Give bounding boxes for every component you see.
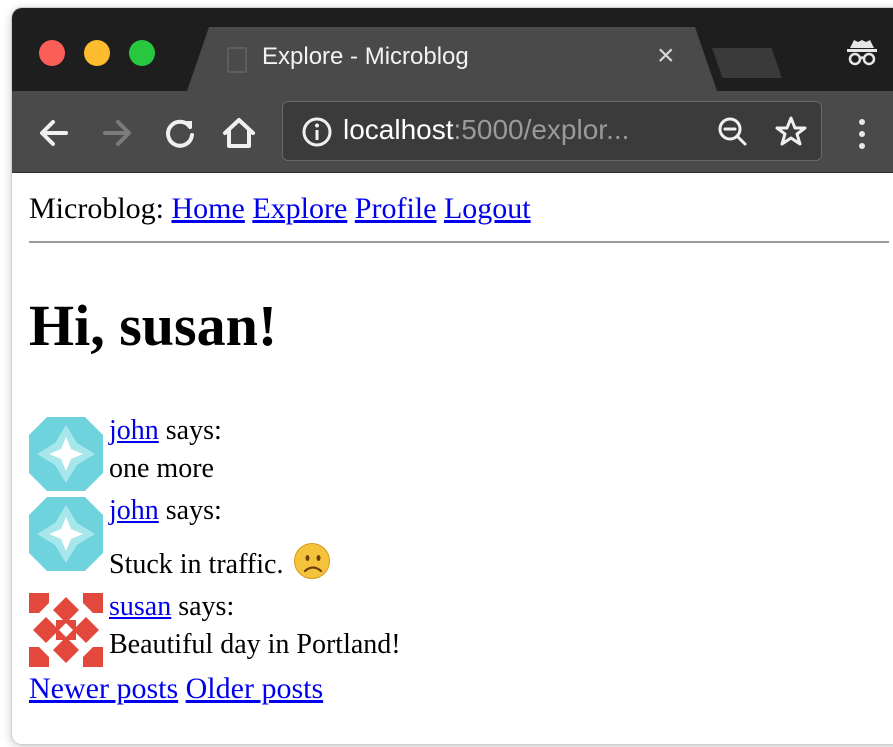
newer-posts-link[interactable]: Newer posts <box>29 672 178 705</box>
top-navigation: Microblog: Home Explore Profile Logout <box>29 192 531 226</box>
post-header: susan says: <box>109 591 234 623</box>
back-arrow-icon[interactable] <box>34 113 74 153</box>
post-header: john says: <box>109 495 222 527</box>
tab-close-icon[interactable]: × <box>657 39 675 73</box>
zoom-out-icon[interactable] <box>713 112 753 152</box>
minimize-window-button[interactable] <box>84 40 110 66</box>
star-icon[interactable] <box>771 112 811 152</box>
browser-window: Explore - Microblog × localhost:5000/exp… <box>12 8 893 744</box>
home-icon[interactable] <box>219 113 259 153</box>
nav-prefix: Microblog: <box>29 192 164 225</box>
nav-link-explore[interactable]: Explore <box>252 192 347 225</box>
kebab-menu-icon[interactable] <box>850 115 874 155</box>
browser-tab[interactable]: Explore - Microblog × <box>187 27 717 91</box>
page-icon <box>227 47 247 73</box>
avatar-identicon-red[interactable] <box>29 593 103 667</box>
post-author-link[interactable]: john <box>109 415 159 446</box>
avatar-identicon-teal[interactable] <box>29 497 103 571</box>
browser-toolbar: localhost:5000/explor... <box>12 91 893 173</box>
new-tab-button[interactable] <box>712 48 782 78</box>
tab-title: Explore - Microblog <box>262 43 469 70</box>
address-bar[interactable]: localhost:5000/explor... <box>282 101 822 161</box>
nav-link-profile[interactable]: Profile <box>355 192 437 225</box>
url-host: localhost <box>343 114 454 145</box>
pagination: Newer posts Older posts <box>29 672 323 706</box>
post-says-label: says: <box>165 495 222 526</box>
post-header: john says: <box>109 415 222 447</box>
post-says-label: says: <box>165 415 222 446</box>
url-text[interactable]: localhost:5000/explor... <box>343 114 629 146</box>
info-icon[interactable] <box>297 112 337 152</box>
maximize-window-button[interactable] <box>129 40 155 66</box>
frowning-face-icon <box>294 543 331 579</box>
forward-arrow-icon[interactable] <box>97 113 137 153</box>
post-body: Stuck in traffic. <box>109 543 331 581</box>
nav-link-home[interactable]: Home <box>172 192 245 225</box>
post-body: Beautiful day in Portland! <box>109 629 401 660</box>
reload-icon[interactable] <box>160 113 200 153</box>
horizontal-rule <box>29 241 889 243</box>
post-author-link[interactable]: susan <box>109 591 171 622</box>
url-path: :5000/explor... <box>453 114 630 145</box>
close-window-button[interactable] <box>39 40 65 66</box>
older-posts-link[interactable]: Older posts <box>186 672 324 705</box>
page-title: Hi, susan! <box>29 293 278 358</box>
post-says-label: says: <box>178 591 235 622</box>
title-bar: Explore - Microblog × <box>12 8 893 91</box>
post-body-text: Stuck in traffic. <box>109 549 284 580</box>
post-author-link[interactable]: john <box>109 495 159 526</box>
page-content: Microblog: Home Explore Profile Logout H… <box>12 174 893 744</box>
avatar-identicon-teal[interactable] <box>29 417 103 491</box>
nav-link-logout[interactable]: Logout <box>444 192 531 225</box>
incognito-icon <box>844 34 880 70</box>
post-body: one more <box>109 453 214 484</box>
